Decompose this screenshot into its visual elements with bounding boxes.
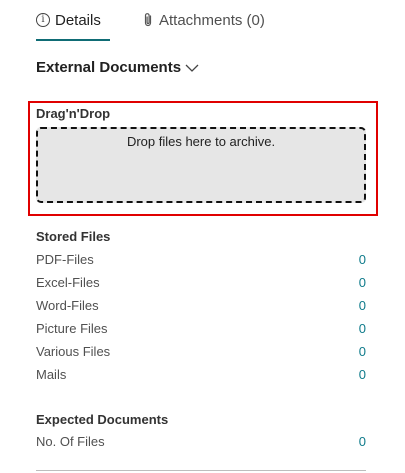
stored-files-title: Stored Files — [36, 229, 111, 244]
info-icon: i — [36, 13, 50, 27]
paperclip-icon — [144, 13, 152, 27]
row-value-link[interactable]: 0 — [359, 344, 366, 359]
row-value-link[interactable]: 0 — [359, 367, 366, 382]
row-value-link[interactable]: 0 — [359, 434, 366, 449]
dropzone-hint: Drop files here to archive. — [126, 134, 276, 149]
stored-files-row-excel: Excel-Files 0 — [36, 273, 366, 291]
row-value-link[interactable]: 0 — [359, 321, 366, 336]
expected-documents-row-count: No. Of Files 0 — [36, 432, 366, 450]
row-label: Mails — [36, 366, 67, 382]
row-value-link[interactable]: 0 — [359, 298, 366, 313]
row-value-link[interactable]: 0 — [359, 252, 366, 267]
expected-documents-title: Expected Documents — [36, 412, 169, 427]
dragdrop-label: Drag'n'Drop — [36, 106, 111, 121]
file-dropzone[interactable]: Drop files here to archive. — [36, 127, 366, 203]
stored-files-row-pdf: PDF-Files 0 — [36, 250, 366, 268]
divider — [36, 470, 366, 471]
row-label: Excel-Files — [36, 274, 100, 290]
row-label: PDF-Files — [36, 251, 94, 267]
tab-attachments[interactable]: Attachments (0) — [142, 8, 265, 32]
tab-bar: i Details Attachments (0) — [36, 8, 265, 32]
stored-files-row-mails: Mails 0 — [36, 365, 366, 383]
section-title: External Documents — [36, 59, 182, 76]
active-tab-indicator — [36, 39, 110, 41]
stored-files-row-picture: Picture Files 0 — [36, 319, 366, 337]
tab-details[interactable]: i Details — [36, 8, 101, 32]
stored-files-row-word: Word-Files 0 — [36, 296, 366, 314]
row-label: Various Files — [36, 343, 111, 359]
row-label: No. Of Files — [36, 433, 105, 449]
row-label: Word-Files — [36, 297, 99, 313]
section-toggle-external-documents[interactable]: External Documents — [36, 59, 199, 76]
tab-attachments-label: Attachments (0) — [159, 11, 265, 29]
row-label: Picture Files — [36, 320, 108, 336]
tab-details-label: Details — [55, 11, 101, 29]
factbox-panel: i Details Attachments (0) External Docum… — [0, 0, 405, 473]
chevron-down-icon — [185, 64, 199, 72]
row-value-link[interactable]: 0 — [359, 275, 366, 290]
stored-files-row-various: Various Files 0 — [36, 342, 366, 360]
